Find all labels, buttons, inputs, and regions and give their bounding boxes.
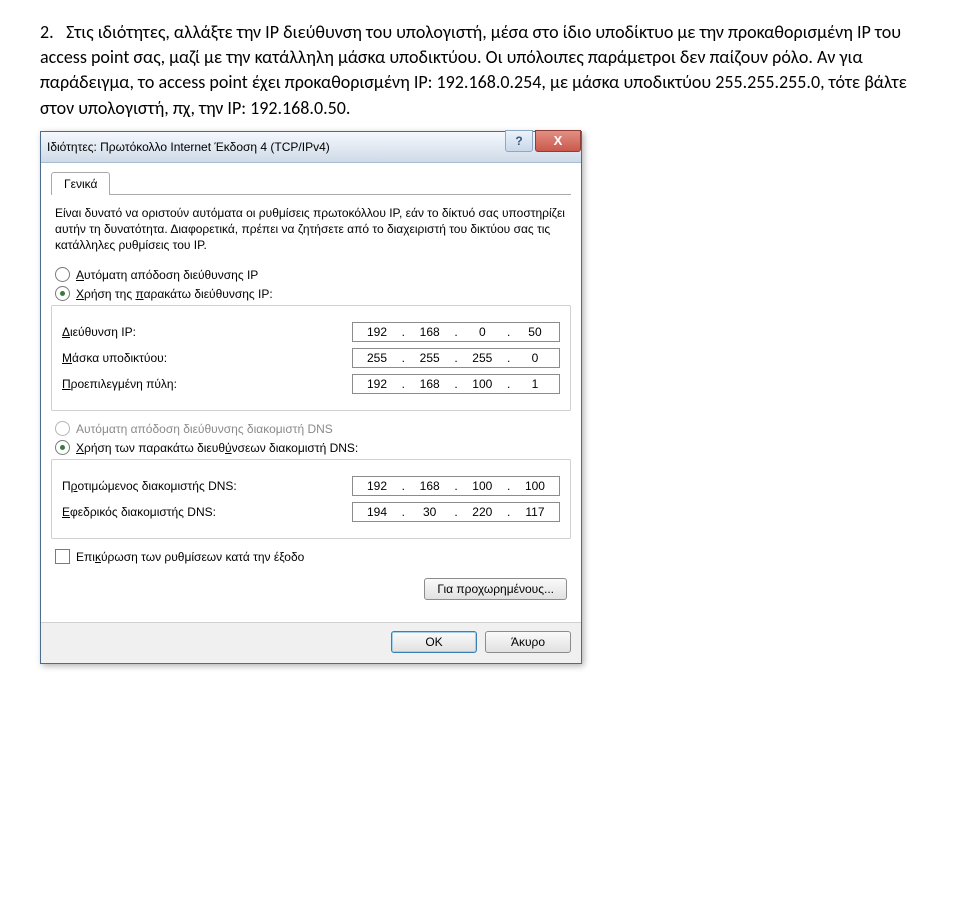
label-mask: Μάσκα υποδικτύου: bbox=[62, 351, 352, 365]
dialog-title: Ιδιότητες: Πρωτόκολλο Internet Έκδοση 4 … bbox=[47, 140, 330, 154]
radio-use-dns-label: Χρήση των παρακάτω διευθύνσεων διακομιστ… bbox=[76, 441, 358, 455]
advanced-button[interactable]: Για προχωρημένους... bbox=[424, 578, 567, 600]
ip-octet[interactable]: 168 bbox=[410, 325, 450, 339]
validate-checkbox-row[interactable]: Επικύρωση των ρυθμίσεων κατά την έξοδο bbox=[55, 549, 567, 564]
ip-input[interactable]: 192. 168. 0. 50 bbox=[352, 322, 560, 342]
ip-octet[interactable]: 192 bbox=[357, 325, 397, 339]
tab-general[interactable]: Γενικά bbox=[51, 172, 110, 195]
help-icon[interactable]: ? bbox=[505, 130, 533, 152]
radio-icon bbox=[55, 421, 70, 436]
validate-label: Επικύρωση των ρυθμίσεων κατά την έξοδο bbox=[76, 550, 304, 564]
ip-octet[interactable]: 168 bbox=[410, 479, 450, 493]
radio-use-dns[interactable]: Χρήση των παρακάτω διευθύνσεων διακομιστ… bbox=[55, 440, 567, 455]
radio-auto-dns: Αυτόματη απόδοση διεύθυνσης διακομιστή D… bbox=[55, 421, 567, 436]
ok-button[interactable]: OK bbox=[391, 631, 477, 653]
dns1-input[interactable]: 192. 168. 100. 100 bbox=[352, 476, 560, 496]
ip-octet[interactable]: 1 bbox=[515, 377, 555, 391]
radio-auto-dns-label: Αυτόματη απόδοση διεύθυνσης διακομιστή D… bbox=[76, 422, 333, 436]
radio-auto-ip-label: Αυτόματη απόδοση διεύθυνσης IP bbox=[76, 268, 258, 282]
ip-octet[interactable]: 117 bbox=[515, 505, 555, 519]
tab-strip: Γενικά bbox=[51, 171, 571, 195]
dns-fields: Προτιμώμενος διακομιστής DNS: 192. 168. … bbox=[51, 459, 571, 539]
ip-octet[interactable]: 30 bbox=[410, 505, 450, 519]
ip-octet[interactable]: 192 bbox=[357, 479, 397, 493]
ip-octet[interactable]: 50 bbox=[515, 325, 555, 339]
ip-octet[interactable]: 0 bbox=[515, 351, 555, 365]
instruction-text: 2. Στις ιδιότητες, αλλάξτε την IP διεύθυ… bbox=[40, 20, 920, 121]
gateway-input[interactable]: 192. 168. 100. 1 bbox=[352, 374, 560, 394]
ip-octet[interactable]: 168 bbox=[410, 377, 450, 391]
dialog-description: Είναι δυνατό να οριστούν αυτόματα οι ρυθ… bbox=[55, 205, 567, 254]
ip-fields: Διεύθυνση IP: 192. 168. 0. 50 Μάσκα υποδ… bbox=[51, 305, 571, 411]
ip-octet[interactable]: 220 bbox=[462, 505, 502, 519]
ip-octet[interactable]: 255 bbox=[410, 351, 450, 365]
radio-auto-ip[interactable]: Αυτόματη απόδοση διεύθυνσης IP bbox=[55, 267, 567, 282]
ip-octet[interactable]: 100 bbox=[515, 479, 555, 493]
close-icon[interactable]: X bbox=[535, 130, 581, 152]
radio-icon bbox=[55, 286, 70, 301]
label-ip: Διεύθυνση IP: bbox=[62, 325, 352, 339]
radio-use-ip-label: Χρήση της παρακάτω διεύθυνσης IP: bbox=[76, 287, 273, 301]
ip-octet[interactable]: 0 bbox=[462, 325, 502, 339]
ip-octet[interactable]: 194 bbox=[357, 505, 397, 519]
instruction-body: Στις ιδιότητες, αλλάξτε την IP διεύθυνση… bbox=[40, 21, 907, 119]
ip-octet[interactable]: 255 bbox=[462, 351, 502, 365]
cancel-button[interactable]: Άκυρο bbox=[485, 631, 571, 653]
ip-octet[interactable]: 100 bbox=[462, 479, 502, 493]
ip-octet[interactable]: 255 bbox=[357, 351, 397, 365]
label-dns2: Εφεδρικός διακομιστής DNS: bbox=[62, 505, 352, 519]
list-number: 2. bbox=[40, 20, 62, 45]
label-dns1: Προτιμώμενος διακομιστής DNS: bbox=[62, 479, 352, 493]
label-gateway: Προεπιλεγμένη πύλη: bbox=[62, 377, 352, 391]
ip-octet[interactable]: 100 bbox=[462, 377, 502, 391]
dns2-input[interactable]: 194. 30. 220. 117 bbox=[352, 502, 560, 522]
radio-icon bbox=[55, 267, 70, 282]
radio-icon bbox=[55, 440, 70, 455]
dialog-footer: OK Άκυρο bbox=[41, 622, 581, 663]
titlebar: Ιδιότητες: Πρωτόκολλο Internet Έκδοση 4 … bbox=[41, 132, 581, 163]
mask-input[interactable]: 255. 255. 255. 0 bbox=[352, 348, 560, 368]
ip-octet[interactable]: 192 bbox=[357, 377, 397, 391]
checkbox-icon[interactable] bbox=[55, 549, 70, 564]
radio-use-ip[interactable]: Χρήση της παρακάτω διεύθυνσης IP: bbox=[55, 286, 567, 301]
properties-dialog: Ιδιότητες: Πρωτόκολλο Internet Έκδοση 4 … bbox=[40, 131, 582, 665]
